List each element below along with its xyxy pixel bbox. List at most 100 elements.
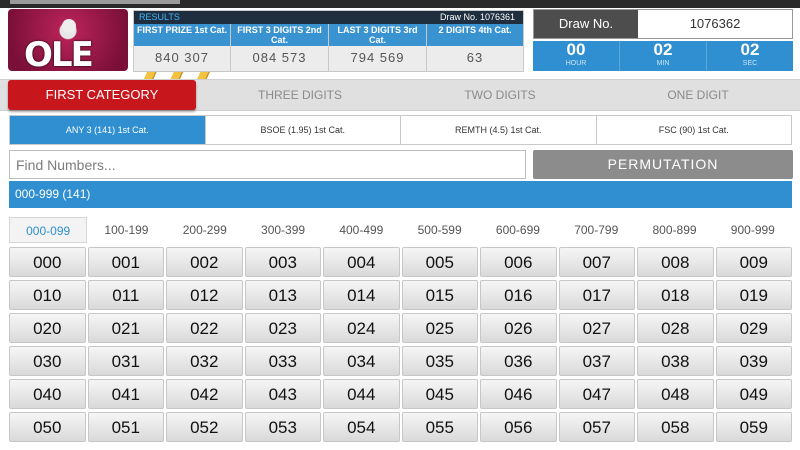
category-tabs: FIRST CATEGORY THREE DIGITS TWO DIGITS O… [0,79,800,111]
number-button[interactable]: 035 [401,346,478,376]
draw-number-label: Draw No. [534,10,638,38]
number-button[interactable]: 010 [9,280,86,310]
number-button[interactable]: 029 [715,313,792,343]
number-button[interactable]: 058 [637,412,714,442]
range-tab-600[interactable]: 600-699 [479,217,557,243]
number-button[interactable]: 043 [244,379,321,409]
range-tab-800[interactable]: 800-899 [635,217,713,243]
number-button[interactable]: 019 [715,280,792,310]
number-button[interactable]: 054 [323,412,400,442]
number-button[interactable]: 046 [480,379,557,409]
number-button[interactable]: 011 [87,280,164,310]
diamond-icon [62,19,76,33]
result-title: LAST 3 DIGITS 3rd Cat. [329,24,426,46]
number-button[interactable]: 009 [715,247,792,277]
number-button[interactable]: 048 [637,379,714,409]
number-button[interactable]: 026 [480,313,557,343]
result-title: FIRST PRIZE 1st Cat. [134,24,230,46]
result-value: 084 573 [252,50,307,65]
number-button[interactable]: 016 [480,280,557,310]
number-button[interactable]: 003 [244,247,321,277]
number-button[interactable]: 037 [558,346,635,376]
number-button[interactable]: 036 [480,346,557,376]
number-button[interactable]: 021 [87,313,164,343]
number-button[interactable]: 053 [244,412,321,442]
number-button[interactable]: 049 [715,379,792,409]
number-button[interactable]: 031 [87,346,164,376]
number-button[interactable]: 004 [323,247,400,277]
number-button[interactable]: 045 [401,379,478,409]
timer-hour: 00 HOUR [533,41,620,71]
range-tab-900[interactable]: 900-999 [714,217,792,243]
bet-type-tabs: ANY 3 (141) 1st Cat. BSOE (1.95) 1st Cat… [9,115,792,145]
tab-bsoe[interactable]: BSOE (1.95) 1st Cat. [205,116,401,144]
number-button[interactable]: 006 [480,247,557,277]
tab-three-digits[interactable]: THREE DIGITS [205,80,395,110]
results-header: RESULTS Draw No. 1076361 [134,11,523,24]
number-button[interactable]: 059 [715,412,792,442]
number-button[interactable]: 027 [558,313,635,343]
range-tab-400[interactable]: 400-499 [322,217,400,243]
range-tab-700[interactable]: 700-799 [557,217,635,243]
tab-two-digits[interactable]: TWO DIGITS [405,80,595,110]
number-button[interactable]: 005 [401,247,478,277]
number-button[interactable]: 022 [166,313,243,343]
number-button[interactable]: 052 [166,412,243,442]
tab-one-digit[interactable]: ONE DIGIT [603,80,793,110]
number-button[interactable]: 044 [323,379,400,409]
number-button[interactable]: 041 [87,379,164,409]
range-tab-300[interactable]: 300-399 [244,217,322,243]
tab-remth[interactable]: REMTH (4.5) 1st Cat. [401,116,597,144]
tab-fsc[interactable]: FSC (90) 1st Cat. [596,116,791,144]
range-tab-500[interactable]: 500-599 [400,217,478,243]
number-button[interactable]: 020 [9,313,86,343]
number-button[interactable]: 013 [244,280,321,310]
number-button[interactable]: 002 [166,247,243,277]
tab-any-3[interactable]: ANY 3 (141) 1st Cat. [10,116,206,144]
number-button[interactable]: 017 [558,280,635,310]
number-button[interactable]: 047 [558,379,635,409]
number-button[interactable]: 015 [401,280,478,310]
result-value: 840 307 [155,50,209,65]
number-button[interactable]: 014 [323,280,400,310]
number-button[interactable]: 001 [87,247,164,277]
tab-first-category[interactable]: FIRST CATEGORY [8,80,196,110]
top-strip [0,0,800,8]
number-button[interactable]: 042 [166,379,243,409]
permutation-button[interactable]: PERMUTATION [533,150,793,179]
number-button[interactable]: 033 [244,346,321,376]
number-button[interactable]: 008 [637,247,714,277]
number-button[interactable]: 025 [401,313,478,343]
range-tab-100[interactable]: 100-199 [87,217,165,243]
timer-minute: 02 MIN [620,41,707,71]
draw-number-row: Draw No. 1076362 [533,9,793,39]
number-button[interactable]: 055 [401,412,478,442]
countdown-timer: 00 HOUR 02 MIN 02 SEC [533,41,793,71]
number-button[interactable]: 057 [558,412,635,442]
number-button[interactable]: 012 [166,280,243,310]
number-button[interactable]: 023 [244,313,321,343]
number-button[interactable]: 030 [9,346,86,376]
result-last-3-digits: LAST 3 DIGITS 3rd Cat. 794 569 [329,24,427,72]
timer-label: MIN [656,60,670,67]
number-button[interactable]: 018 [637,280,714,310]
number-button[interactable]: 050 [9,412,86,442]
number-button[interactable]: 007 [558,247,635,277]
number-button[interactable]: 038 [637,346,714,376]
result-title: 2 DIGITS 4th Cat. [427,24,523,46]
number-button[interactable]: 051 [87,412,164,442]
number-button[interactable]: 034 [323,346,400,376]
find-numbers-input[interactable] [9,150,526,179]
number-button[interactable]: 024 [323,313,400,343]
number-button[interactable]: 039 [715,346,792,376]
number-button[interactable]: 000 [9,247,86,277]
number-button[interactable]: 028 [637,313,714,343]
number-button[interactable]: 056 [480,412,557,442]
range-header: 000-999 (141) [9,181,792,208]
results-label: RESULTS [139,12,180,22]
number-button[interactable]: 032 [166,346,243,376]
range-tab-200[interactable]: 200-299 [166,217,244,243]
number-button[interactable]: 040 [9,379,86,409]
range-tab-000[interactable]: 000-099 [9,217,88,243]
timer-second: 02 SEC [707,41,793,71]
